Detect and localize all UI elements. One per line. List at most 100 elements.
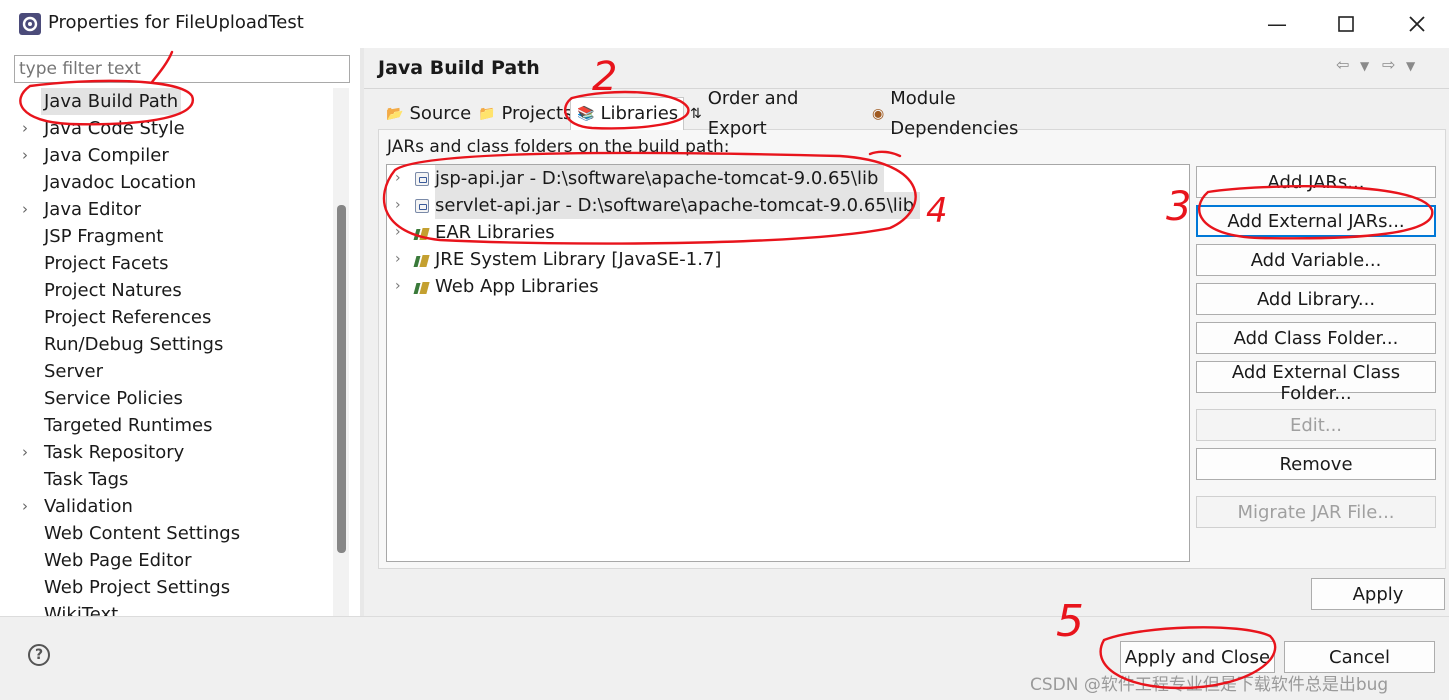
tree-item[interactable]: Web Content Settings bbox=[14, 520, 330, 547]
chevron-right-icon[interactable]: › bbox=[22, 115, 36, 142]
close-icon bbox=[1409, 16, 1425, 32]
add-external-jars-button[interactable]: Add External JARs... bbox=[1196, 205, 1436, 237]
libraries-icon: 📚 bbox=[577, 106, 595, 122]
tree-item-label: JSP Fragment bbox=[44, 226, 164, 247]
jar-file-icon bbox=[415, 199, 429, 213]
tree-item-label: Java Compiler bbox=[44, 145, 169, 166]
library-row-label: EAR Libraries bbox=[435, 222, 555, 243]
chevron-right-icon[interactable]: › bbox=[395, 165, 401, 192]
source-folder-icon: 📂 bbox=[386, 106, 404, 122]
minimize-icon: — bbox=[1267, 12, 1287, 36]
tree-item[interactable]: Task Tags bbox=[14, 466, 330, 493]
preference-tree: Java Build Path › Java Code Style › Java Com… bbox=[14, 88, 330, 616]
library-icon bbox=[415, 253, 429, 267]
apply-and-close-button[interactable]: Apply and Close bbox=[1120, 641, 1275, 673]
tree-item-label: Run/Debug Settings bbox=[44, 334, 224, 355]
tree-item-label: Javadoc Location bbox=[44, 172, 197, 193]
chevron-right-icon[interactable]: › bbox=[395, 192, 401, 219]
library-row-label: JRE System Library [JavaSE-1.7] bbox=[435, 249, 722, 270]
tree-item[interactable]: Project Facets bbox=[14, 250, 330, 277]
close-window-button[interactable] bbox=[1393, 6, 1441, 42]
tree-scrollbar-thumb[interactable] bbox=[337, 205, 346, 553]
tree-item[interactable]: Java Build Path bbox=[14, 88, 330, 115]
eclipse-gear-icon bbox=[19, 13, 41, 35]
tree-item-label: Web Page Editor bbox=[44, 550, 192, 571]
library-row-label: servlet-api.jar - D:\software\apache-tom… bbox=[435, 192, 921, 219]
tree-item-label: Service Policies bbox=[44, 388, 183, 409]
tree-item-label: Validation bbox=[44, 496, 133, 517]
maximize-button[interactable] bbox=[1322, 6, 1370, 42]
tree-item[interactable]: › Java Compiler bbox=[14, 142, 330, 169]
tree-item[interactable]: Run/Debug Settings bbox=[14, 331, 330, 358]
chevron-right-icon[interactable]: › bbox=[395, 246, 401, 273]
tab-source[interactable]: 📂 Source bbox=[380, 99, 472, 129]
library-row-label: Web App Libraries bbox=[435, 276, 599, 297]
tree-item[interactable]: Project Natures bbox=[14, 277, 330, 304]
tree-item[interactable]: JSP Fragment bbox=[14, 223, 330, 250]
tree-item-label: Targeted Runtimes bbox=[44, 415, 213, 436]
tree-item-label: Project References bbox=[44, 307, 212, 328]
tab-module-dependencies[interactable]: ◉ Module Dependencies bbox=[866, 88, 1090, 139]
tree-item-label: Web Content Settings bbox=[44, 523, 241, 544]
cancel-button[interactable]: Cancel bbox=[1284, 641, 1435, 673]
remove-button[interactable]: Remove bbox=[1196, 448, 1436, 480]
tree-item[interactable]: › Task Repository bbox=[14, 439, 330, 466]
back-menu-chevron-icon[interactable]: ▼ bbox=[1360, 59, 1369, 73]
help-icon[interactable]: ? bbox=[28, 644, 50, 666]
order-export-icon: ⇅ bbox=[690, 106, 702, 122]
edit-button[interactable]: Edit... bbox=[1196, 409, 1436, 441]
tree-item[interactable]: › Validation bbox=[14, 493, 330, 520]
minimize-button[interactable]: — bbox=[1253, 6, 1301, 42]
tree-item[interactable]: Javadoc Location bbox=[14, 169, 330, 196]
chevron-right-icon[interactable]: › bbox=[395, 219, 401, 246]
tree-item-label: WikiText bbox=[44, 604, 119, 616]
window-title: Properties for FileUploadTest bbox=[48, 12, 304, 33]
back-arrow-icon[interactable]: ⇦ bbox=[1336, 55, 1349, 74]
chevron-right-icon[interactable]: › bbox=[22, 439, 36, 466]
tree-item[interactable]: Service Policies bbox=[14, 385, 330, 412]
tree-item[interactable]: Targeted Runtimes bbox=[14, 412, 330, 439]
tree-item-label: Project Facets bbox=[44, 253, 169, 274]
filter-input[interactable] bbox=[14, 55, 350, 83]
migrate-jar-button[interactable]: Migrate JAR File... bbox=[1196, 496, 1436, 528]
tree-item-label: Server bbox=[44, 361, 104, 382]
tree-item-label: Java Build Path bbox=[41, 88, 182, 115]
tree-item[interactable]: Web Page Editor bbox=[14, 547, 330, 574]
chevron-right-icon[interactable]: › bbox=[395, 273, 401, 300]
tree-item-label: Project Natures bbox=[44, 280, 182, 301]
tab-libraries[interactable]: 📚 Libraries bbox=[570, 97, 684, 130]
page-title: Java Build Path bbox=[378, 57, 540, 79]
library-icon bbox=[415, 280, 429, 294]
tree-item[interactable]: Server bbox=[14, 358, 330, 385]
library-icon bbox=[415, 226, 429, 240]
jar-file-icon bbox=[415, 172, 429, 186]
tree-item[interactable]: Web Project Settings bbox=[14, 574, 330, 601]
chevron-right-icon[interactable]: › bbox=[22, 493, 36, 520]
forward-arrow-icon[interactable]: ⇨ bbox=[1382, 55, 1395, 74]
tab-projects[interactable]: 📁 Projects bbox=[472, 99, 572, 129]
watermark: CSDN @软件工程专业但是下载软件总是出bug bbox=[1030, 675, 1389, 695]
chevron-right-icon[interactable]: › bbox=[22, 196, 36, 223]
tree-item-label: Web Project Settings bbox=[44, 577, 231, 598]
tree-item[interactable]: Project References bbox=[14, 304, 330, 331]
add-jars-button[interactable]: Add JARs... bbox=[1196, 166, 1436, 198]
tree-item[interactable]: › Java Code Style bbox=[14, 115, 330, 142]
add-external-class-folder-button[interactable]: Add External Class Folder... bbox=[1196, 361, 1436, 404]
tree-item[interactable]: WikiText bbox=[14, 601, 330, 616]
libraries-list-label: JARs and class folders on the build path… bbox=[387, 137, 730, 157]
module-icon: ◉ bbox=[872, 106, 885, 122]
forward-menu-chevron-icon[interactable]: ▼ bbox=[1406, 59, 1415, 73]
tree-item-label: Java Editor bbox=[44, 199, 142, 220]
tree-item-label: Task Repository bbox=[44, 442, 185, 463]
chevron-right-icon[interactable]: › bbox=[22, 142, 36, 169]
tree-item[interactable]: › Java Editor bbox=[14, 196, 330, 223]
maximize-icon bbox=[1338, 16, 1354, 32]
tree-item-label: Java Code Style bbox=[44, 118, 185, 139]
tab-order-and-export[interactable]: ⇅ Order and Export bbox=[684, 88, 864, 139]
add-class-folder-button[interactable]: Add Class Folder... bbox=[1196, 322, 1436, 354]
projects-icon: 📁 bbox=[478, 106, 496, 122]
add-library-button[interactable]: Add Library... bbox=[1196, 283, 1436, 315]
apply-button[interactable]: Apply bbox=[1311, 578, 1445, 610]
library-row-label: jsp-api.jar - D:\software\apache-tomcat-… bbox=[435, 165, 885, 192]
add-variable-button[interactable]: Add Variable... bbox=[1196, 244, 1436, 276]
